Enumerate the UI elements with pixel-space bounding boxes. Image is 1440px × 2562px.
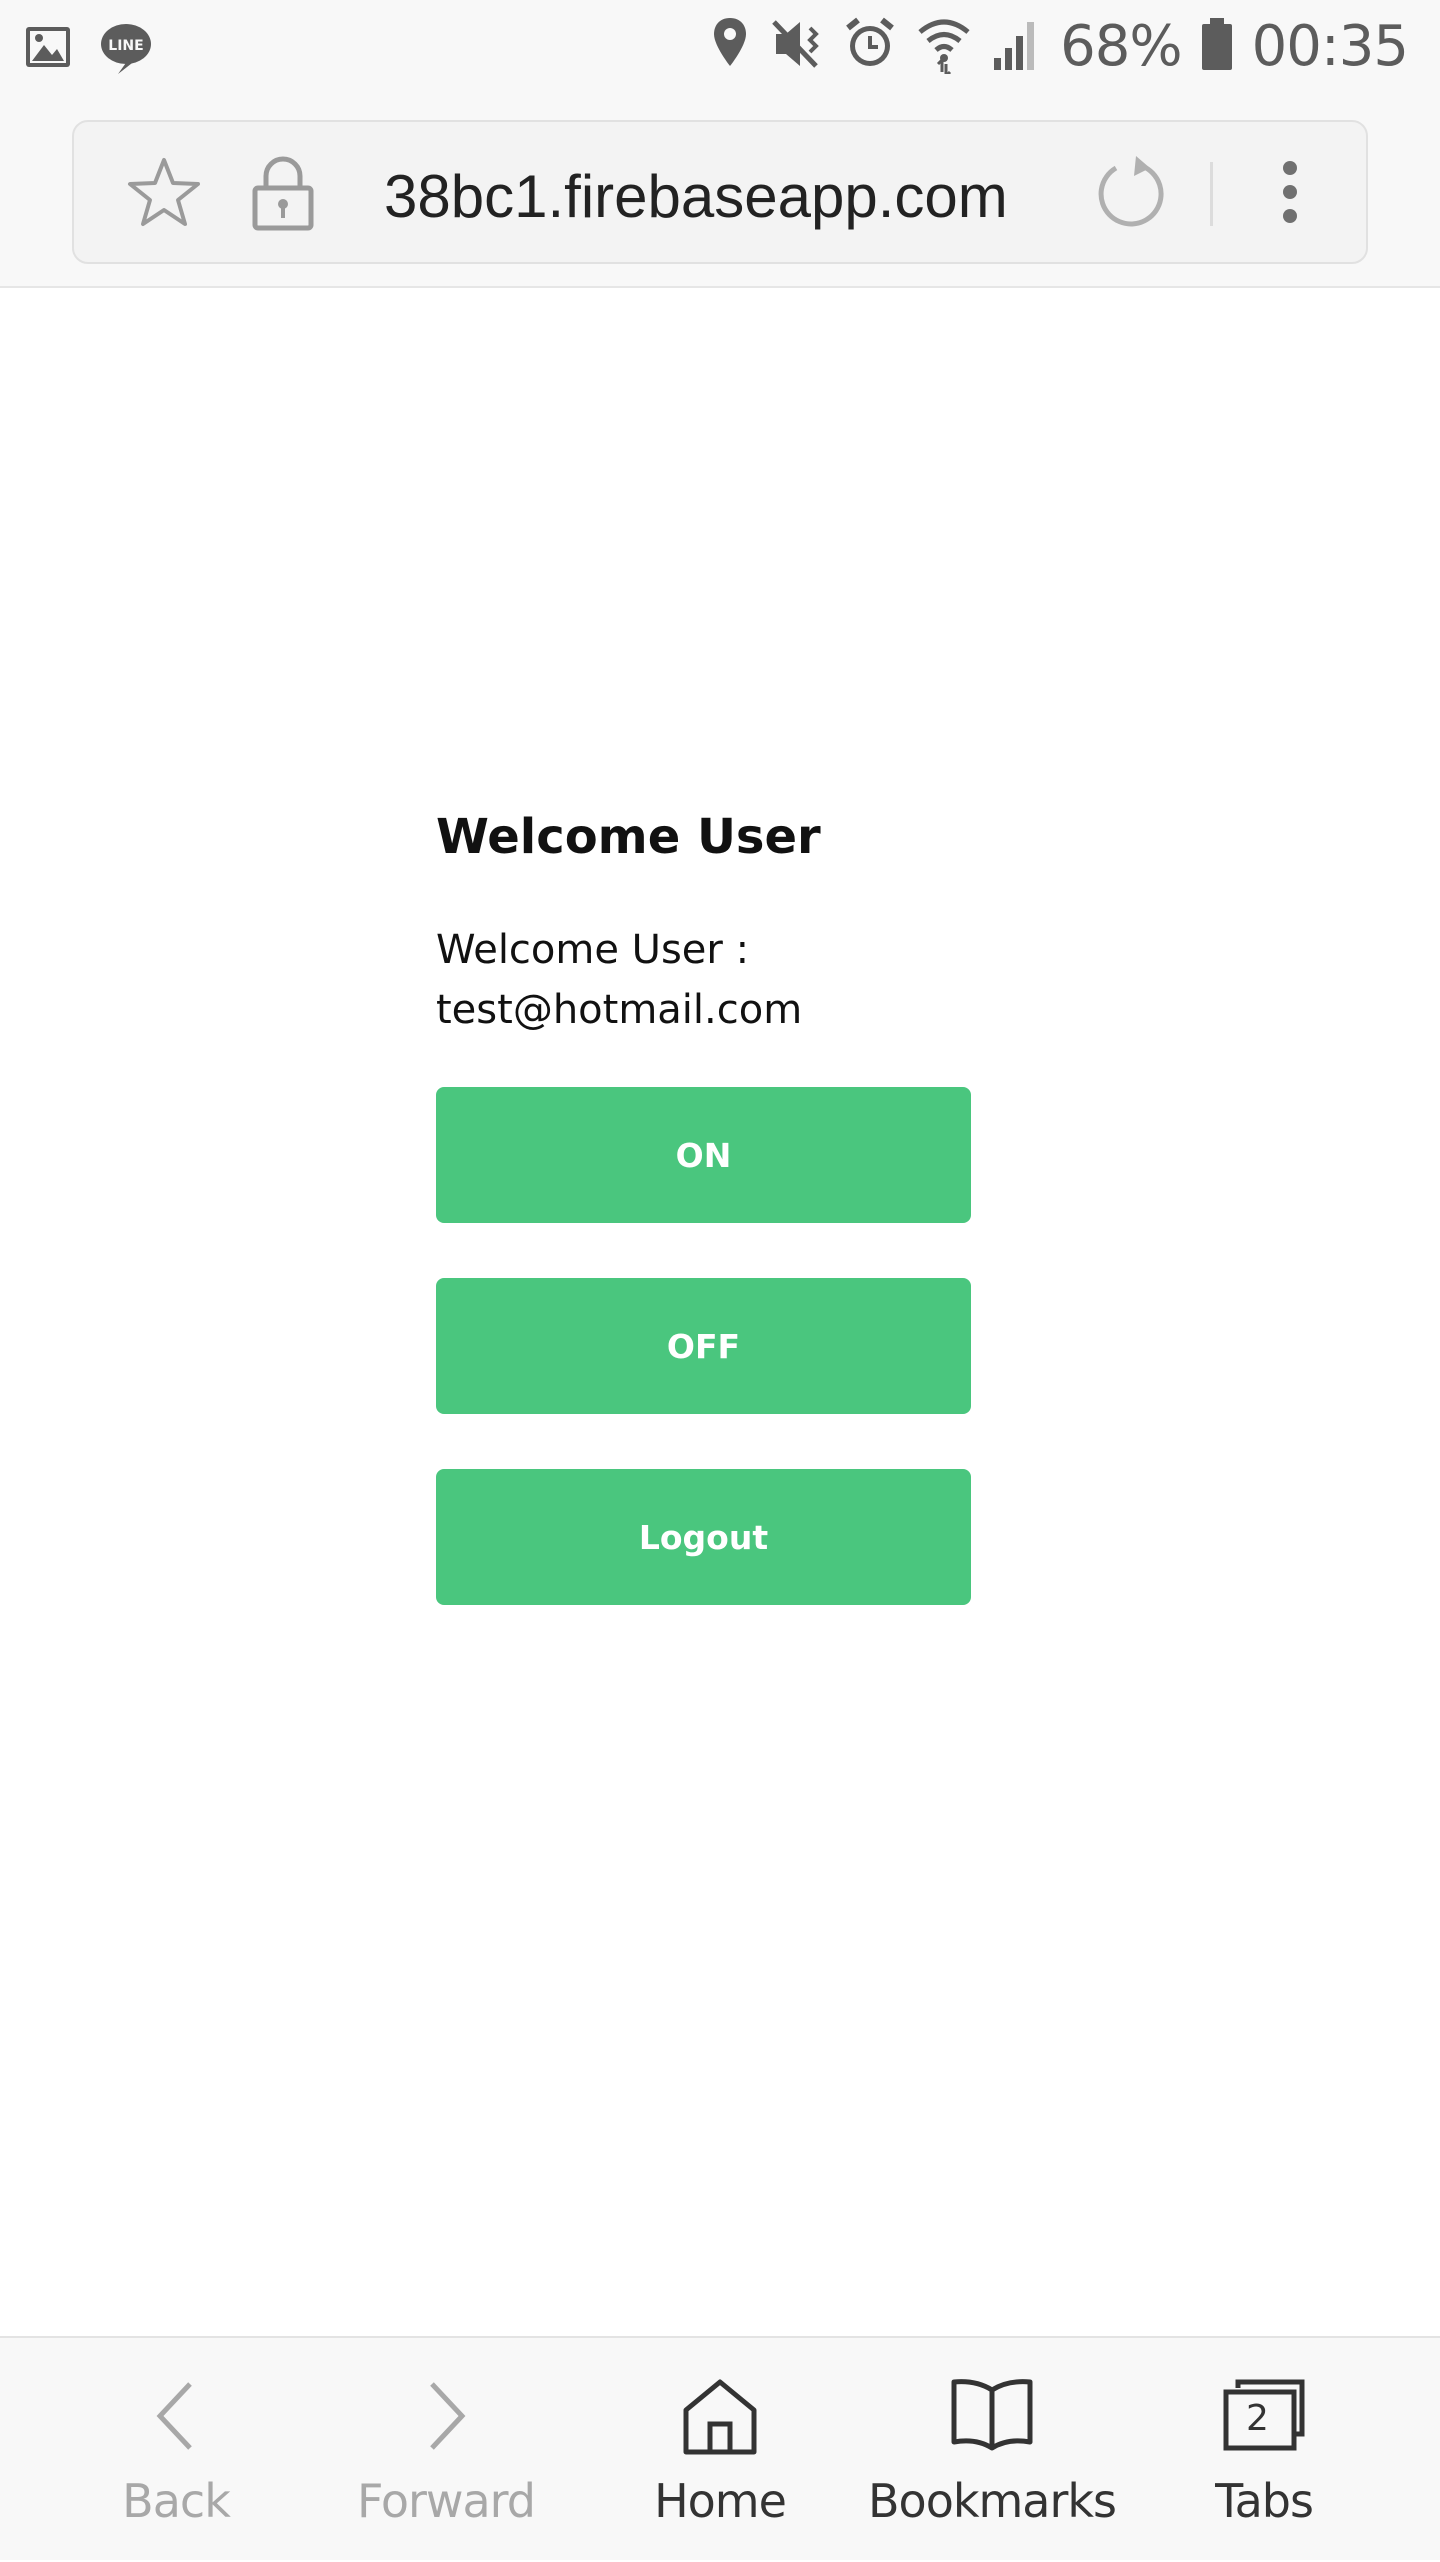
lock-icon[interactable] [250,154,316,239]
bookmark-star-icon[interactable] [126,154,202,235]
status-left: LINE [24,20,154,81]
more-options-icon[interactable] [1280,154,1300,239]
bookmarks-book-icon [948,2376,1036,2456]
nav-home-label: Home [654,2474,787,2528]
nav-forward[interactable]: Forward [306,2338,586,2562]
nav-back-label: Back [122,2474,231,2528]
address-bar-divider [1210,162,1213,226]
back-arrow-icon [146,2376,206,2456]
location-icon [710,14,750,79]
gallery-icon [24,23,74,78]
battery-icon [1200,14,1234,79]
status-bar: LINE 68% 00:35 [0,0,1440,100]
home-icon [680,2376,760,2456]
browser-toolbar: 38bc1.firebaseapp.com [0,100,1440,288]
battery-percentage: 68% [1060,14,1182,79]
browser-bottom-nav: Back Forward Home Bookmarks 2 Tabs [0,2336,1440,2560]
logout-button[interactable]: Logout [436,1469,971,1605]
nav-forward-label: Forward [357,2474,536,2528]
line-app-icon: LINE [98,20,154,81]
vibrate-mute-icon [768,14,824,79]
status-right: 68% 00:35 [710,14,1409,80]
signal-icon [990,14,1042,79]
tab-count: 2 [1246,2398,1269,2439]
nav-tabs[interactable]: 2 Tabs [1124,2338,1404,2562]
nav-back[interactable]: Back [36,2338,316,2562]
page-title: Welcome User [436,809,821,865]
clock: 00:35 [1251,14,1409,79]
nav-bookmarks-label: Bookmarks [868,2474,1117,2528]
url-text[interactable]: 38bc1.firebaseapp.com [384,162,1008,231]
wifi-icon [916,14,972,80]
svg-text:LINE: LINE [108,38,143,54]
nav-home[interactable]: Home [580,2338,860,2562]
nav-bookmarks[interactable]: Bookmarks [852,2338,1132,2562]
address-bar[interactable]: 38bc1.firebaseapp.com [72,120,1368,264]
on-button[interactable]: ON [436,1087,971,1223]
welcome-message: Welcome User : test@hotmail.com [436,927,803,1033]
off-button[interactable]: OFF [436,1278,971,1414]
alarm-icon [842,14,898,79]
nav-tabs-label: Tabs [1215,2474,1314,2528]
tabs-icon: 2 [1220,2376,1308,2456]
forward-arrow-icon [416,2376,476,2456]
reload-icon[interactable] [1092,154,1168,239]
welcome-panel: Welcome User Welcome User : test@hotmail… [436,800,972,1605]
